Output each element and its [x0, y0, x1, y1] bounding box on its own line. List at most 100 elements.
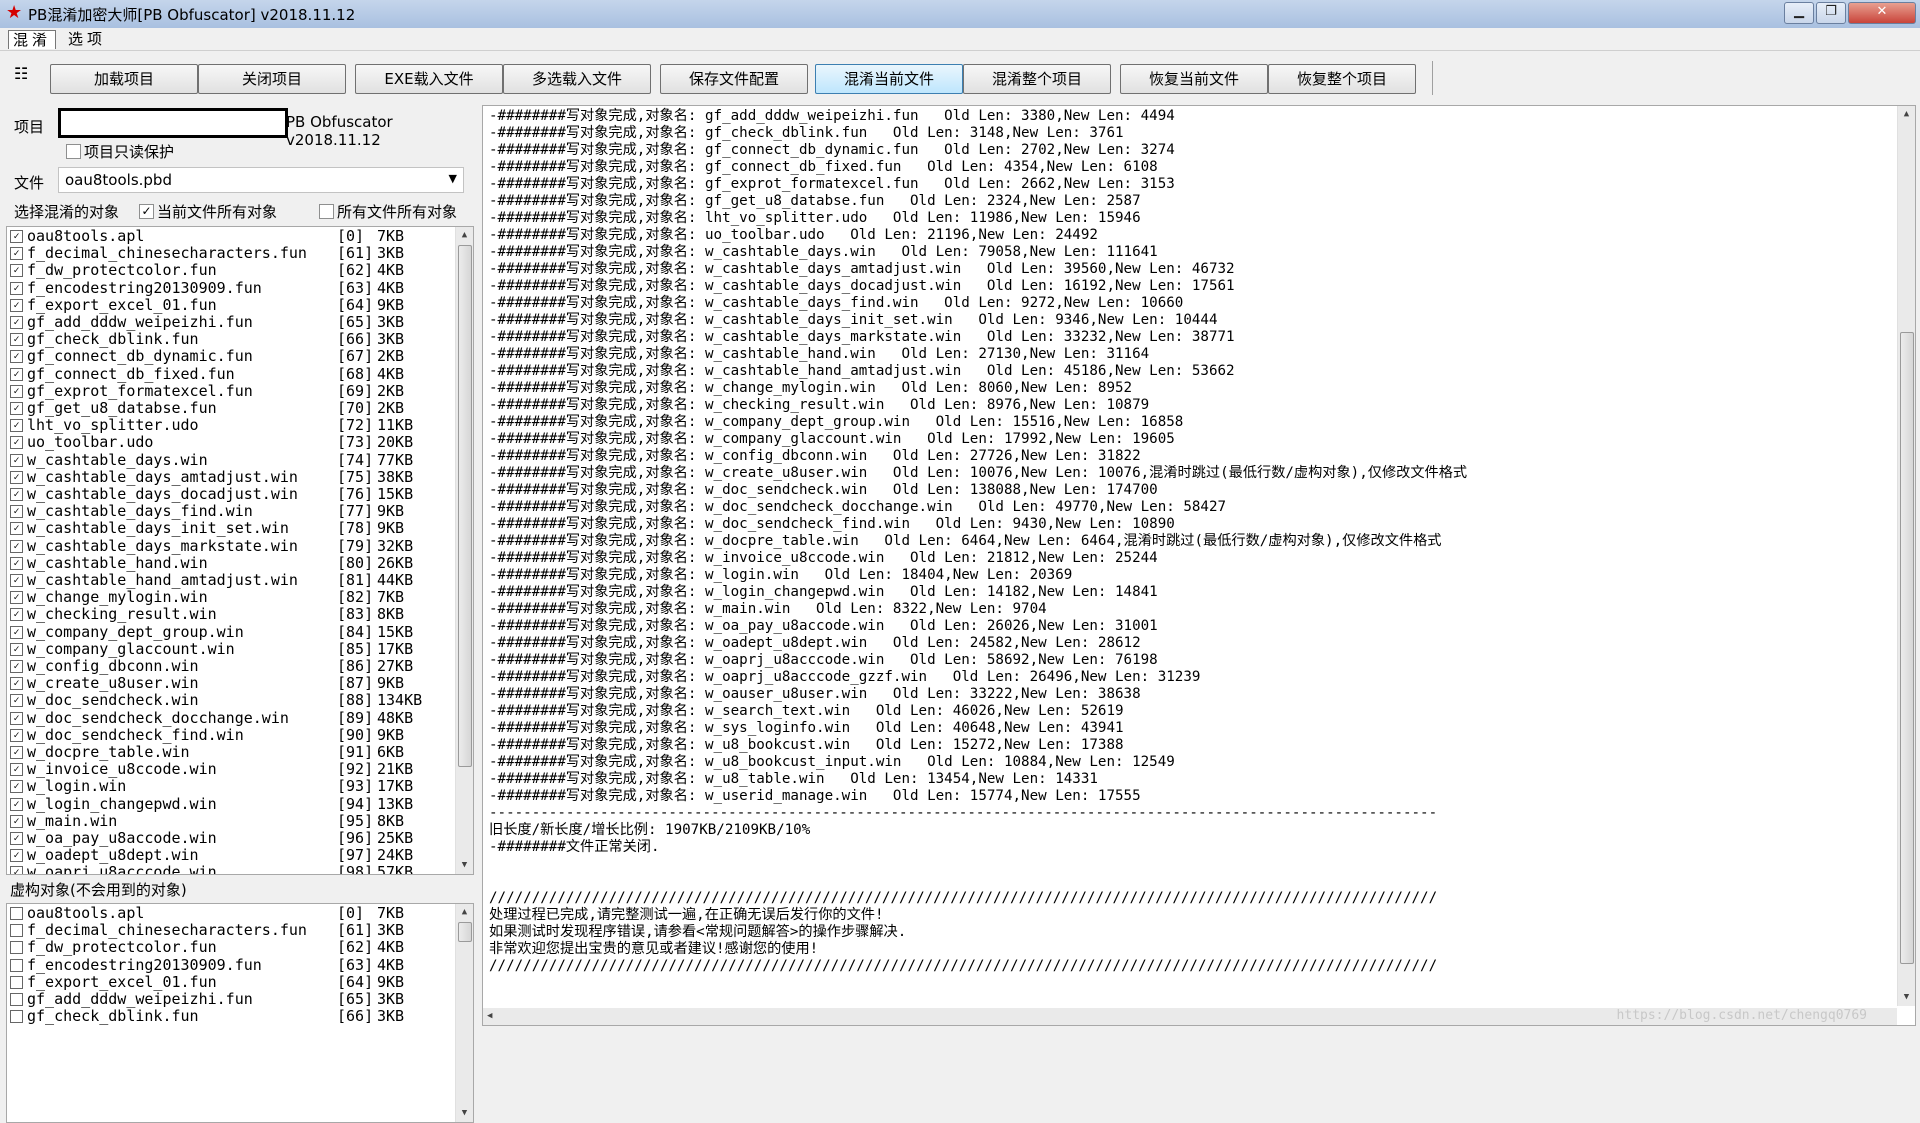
- minimize-button[interactable]: ▁: [1784, 2, 1814, 24]
- list-item-checkbox[interactable]: ✓: [10, 591, 23, 605]
- project-icon[interactable]: ☷: [14, 65, 30, 83]
- restore-whole-project-button[interactable]: 恢复整个项目: [1268, 64, 1416, 94]
- list-item[interactable]: ✓ gf_connect_db_dynamic.fun [67] 2KB: [7, 348, 447, 365]
- save-file-config-button[interactable]: 保存文件配置: [660, 64, 808, 94]
- list-item-checkbox[interactable]: ✓: [10, 367, 23, 381]
- list-item[interactable]: ✓ gf_get_u8_databse.fun [70] 2KB: [7, 400, 447, 417]
- scroll-thumb[interactable]: [1900, 332, 1914, 964]
- list-item-checkbox[interactable]: [10, 993, 23, 1006]
- list-item-checkbox[interactable]: ✓: [10, 230, 23, 243]
- list-item[interactable]: f_export_excel_01.fun [64] 9KB: [7, 973, 447, 991]
- list-item-checkbox[interactable]: [10, 924, 23, 938]
- list-item-checkbox[interactable]: ✓: [10, 849, 23, 863]
- list-item[interactable]: f_decimal_chinesecharacters.fun [61] 3KB: [7, 922, 447, 939]
- list-item-checkbox[interactable]: ✓: [10, 556, 23, 570]
- list-item-checkbox[interactable]: ✓: [10, 470, 23, 484]
- scroll-down-icon[interactable]: ▼: [456, 1105, 473, 1122]
- list-item[interactable]: ✓ w_oa_pay_u8accode.win [96] 25KB: [7, 830, 447, 847]
- list-item[interactable]: ✓ w_oadept_u8dept.win [97] 24KB: [7, 847, 447, 864]
- list-item[interactable]: ✓ w_change_mylogin.win [82] 7KB: [7, 589, 447, 606]
- readonly-checkbox[interactable]: [66, 144, 81, 159]
- list-item-checkbox[interactable]: ✓: [10, 402, 23, 415]
- chevron-down-icon[interactable]: ▼: [449, 172, 457, 185]
- virtual-objects-list[interactable]: ▲ ▼ oau8tools.apl [0] 7KB f_decimal_chinese…: [6, 903, 474, 1123]
- all-files-all-checkbox[interactable]: [319, 204, 334, 219]
- list-item[interactable]: ✓ w_cashtable_days_init_set.win [78] 9KB: [7, 520, 447, 537]
- list-item[interactable]: ✓ w_checking_result.win [83] 8KB: [7, 606, 447, 623]
- list-item[interactable]: ✓ lht_vo_splitter.udo [72] 11KB: [7, 417, 447, 434]
- list-item-checkbox[interactable]: ✓: [10, 780, 23, 794]
- list-item-checkbox[interactable]: ✓: [10, 694, 23, 708]
- list-item-checkbox[interactable]: ✓: [10, 522, 23, 536]
- list-item-checkbox[interactable]: ✓: [10, 281, 23, 295]
- list-item[interactable]: ✓ w_company_glaccount.win [85] 17KB: [7, 640, 447, 658]
- list-item[interactable]: f_encodestring20130909.fun [63] 4KB: [7, 956, 447, 974]
- list-item-checkbox[interactable]: ✓: [10, 711, 23, 725]
- list-item[interactable]: ✓ w_doc_sendcheck_find.win [90] 9KB: [7, 726, 447, 744]
- file-select[interactable]: oau8tools.pbd ▼: [58, 167, 464, 193]
- menu-options[interactable]: 选项: [64, 30, 110, 48]
- list-item-checkbox[interactable]: ✓: [10, 746, 23, 759]
- list-item[interactable]: ✓ f_encodestring20130909.fun [63] 4KB: [7, 279, 447, 297]
- maximize-button[interactable]: ❐: [1816, 2, 1846, 24]
- list-item-checkbox[interactable]: ✓: [10, 384, 23, 398]
- list-item-checkbox[interactable]: [10, 907, 23, 920]
- list-item-checkbox[interactable]: ✓: [10, 264, 23, 278]
- list-item[interactable]: ✓ w_oaprj_u8acccode.win [98] 57KB: [7, 864, 447, 874]
- scroll-down-icon[interactable]: ▼: [456, 857, 473, 874]
- list-item[interactable]: ✓ w_cashtable_days_find.win [77] 9KB: [7, 503, 447, 520]
- list-item[interactable]: ✓ gf_check_dblink.fun [66] 3KB: [7, 331, 447, 348]
- list-item-checkbox[interactable]: ✓: [10, 814, 23, 828]
- list-item-checkbox[interactable]: [10, 941, 23, 955]
- list-item-checkbox[interactable]: ✓: [10, 316, 23, 329]
- restore-current-file-button[interactable]: 恢复当前文件: [1120, 64, 1268, 94]
- list-item[interactable]: ✓ w_doc_sendcheck_docchange.win [89] 48KB: [7, 709, 447, 727]
- list-item-checkbox[interactable]: [10, 1010, 23, 1024]
- list-item-checkbox[interactable]: ✓: [10, 419, 23, 433]
- list-item[interactable]: ✓ w_login.win [93] 17KB: [7, 778, 447, 795]
- list-item[interactable]: ✓ w_cashtable_hand_amtadjust.win [81] 44KB: [7, 572, 447, 589]
- list-item[interactable]: gf_check_dblink.fun [66] 3KB: [7, 1008, 447, 1025]
- list-item-checkbox[interactable]: ✓: [10, 763, 23, 777]
- list-item[interactable]: gf_add_dddw_weipeizhi.fun [65] 3KB: [7, 991, 447, 1008]
- list-item-checkbox[interactable]: ✓: [10, 728, 23, 742]
- list-item-checkbox[interactable]: ✓: [10, 453, 23, 467]
- obfuscate-whole-project-button[interactable]: 混淆整个项目: [963, 64, 1111, 94]
- list-item[interactable]: ✓ gf_add_dddw_weipeizhi.fun [65] 3KB: [7, 314, 447, 331]
- list-item[interactable]: ✓ w_cashtable_days_markstate.win [79] 32KB: [7, 537, 447, 555]
- scroll-up-icon[interactable]: ▲: [456, 227, 473, 244]
- close-project-button[interactable]: 关闭项目: [198, 64, 346, 94]
- exe-load-file-button[interactable]: EXE载入文件: [355, 64, 503, 94]
- obfuscate-current-file-button[interactable]: 混淆当前文件: [815, 64, 963, 94]
- multi-load-files-button[interactable]: 多选载入文件: [503, 64, 651, 94]
- list-item[interactable]: f_dw_protectcolor.fun [62] 4KB: [7, 939, 447, 956]
- scroll-up-icon[interactable]: ▲: [1898, 106, 1915, 123]
- list-item-checkbox[interactable]: ✓: [10, 660, 23, 673]
- list-item[interactable]: ✓ w_invoice_u8ccode.win [92] 21KB: [7, 761, 447, 778]
- scroll-up-icon[interactable]: ▲: [456, 904, 473, 921]
- list-item[interactable]: ✓ w_company_dept_group.win [84] 15KB: [7, 623, 447, 641]
- list-item-checkbox[interactable]: ✓: [10, 608, 23, 622]
- list-item-checkbox[interactable]: ✓: [10, 677, 23, 691]
- list-item[interactable]: ✓ w_doc_sendcheck.win [88] 134KB: [7, 692, 447, 709]
- list-item[interactable]: oau8tools.apl [0] 7KB: [7, 905, 447, 922]
- list-item-checkbox[interactable]: ✓: [10, 832, 23, 845]
- list-item-checkbox[interactable]: ✓: [10, 625, 23, 639]
- list-item[interactable]: ✓ oau8tools.apl [0] 7KB: [7, 228, 447, 245]
- list-item-checkbox[interactable]: ✓: [10, 488, 23, 501]
- list-item[interactable]: ✓ w_docpre_table.win [91] 6KB: [7, 744, 447, 761]
- list-item-checkbox[interactable]: ✓: [10, 642, 23, 656]
- scroll-down-icon[interactable]: ▼: [1898, 989, 1915, 1006]
- list-item[interactable]: ✓ gf_exprot_formatexcel.fun [69] 2KB: [7, 382, 447, 400]
- list-item[interactable]: ✓ w_config_dbconn.win [86] 27KB: [7, 658, 447, 675]
- list-item[interactable]: ✓ w_cashtable_days_amtadjust.win [75] 38KB: [7, 468, 447, 486]
- list-item-checkbox[interactable]: ✓: [10, 866, 23, 874]
- list-item-checkbox[interactable]: [10, 958, 23, 972]
- log-output[interactable]: -########写对象完成,对象名: gf_add_dddw_weipeizh…: [482, 105, 1916, 1026]
- list-item[interactable]: ✓ w_cashtable_hand.win [80] 26KB: [7, 554, 447, 572]
- list-item[interactable]: ✓ f_decimal_chinesecharacters.fun [61] 3KB: [7, 245, 447, 262]
- list-item-checkbox[interactable]: ✓: [10, 505, 23, 519]
- list-item[interactable]: ✓ f_export_excel_01.fun [64] 9KB: [7, 296, 447, 314]
- list-item[interactable]: ✓ gf_connect_db_fixed.fun [68] 4KB: [7, 365, 447, 383]
- close-button[interactable]: ✕: [1848, 2, 1916, 24]
